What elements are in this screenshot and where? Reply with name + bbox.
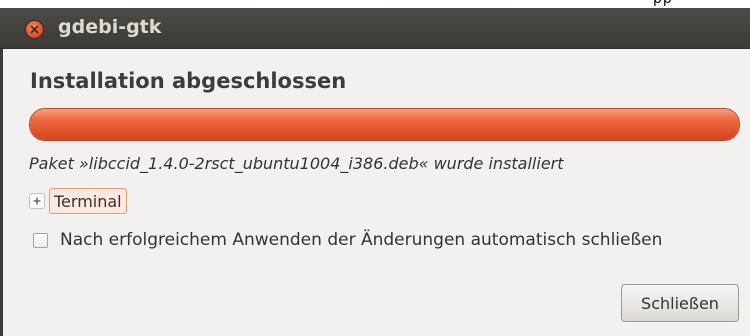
window-close-button[interactable]	[26, 21, 43, 38]
terminal-expander[interactable]: Terminal	[29, 188, 127, 214]
window-title: gdebi-gtk	[58, 16, 162, 38]
gdebi-window: gdebi-gtk Installation abgeschlossen Pak…	[0, 8, 750, 336]
window-left-border	[0, 49, 3, 336]
auto-close-option[interactable]: Nach erfolgreichem Anwenden der Änderung…	[33, 230, 662, 250]
dialog-heading: Installation abgeschlossen	[30, 69, 347, 93]
install-status-text: Paket »libccid_1.4.0-2rsct_ubuntu1004_i3…	[29, 154, 564, 173]
progress-bar	[29, 108, 740, 141]
auto-close-checkbox[interactable]	[33, 232, 48, 248]
expander-toggle[interactable]	[29, 193, 45, 209]
terminal-expander-label[interactable]: Terminal	[49, 188, 127, 214]
title-bar[interactable]: gdebi-gtk	[0, 8, 750, 49]
top-strip: pp	[0, 0, 750, 8]
auto-close-label[interactable]: Nach erfolgreichem Anwenden der Änderung…	[60, 230, 662, 250]
screen: pp gdebi-gtk Installation abgeschlossen …	[0, 0, 750, 336]
progress-fill	[30, 109, 739, 140]
top-strip-text: pp	[653, 0, 673, 7]
plus-icon	[33, 197, 41, 205]
close-icon	[30, 25, 39, 34]
close-button[interactable]: Schließen	[621, 284, 739, 322]
